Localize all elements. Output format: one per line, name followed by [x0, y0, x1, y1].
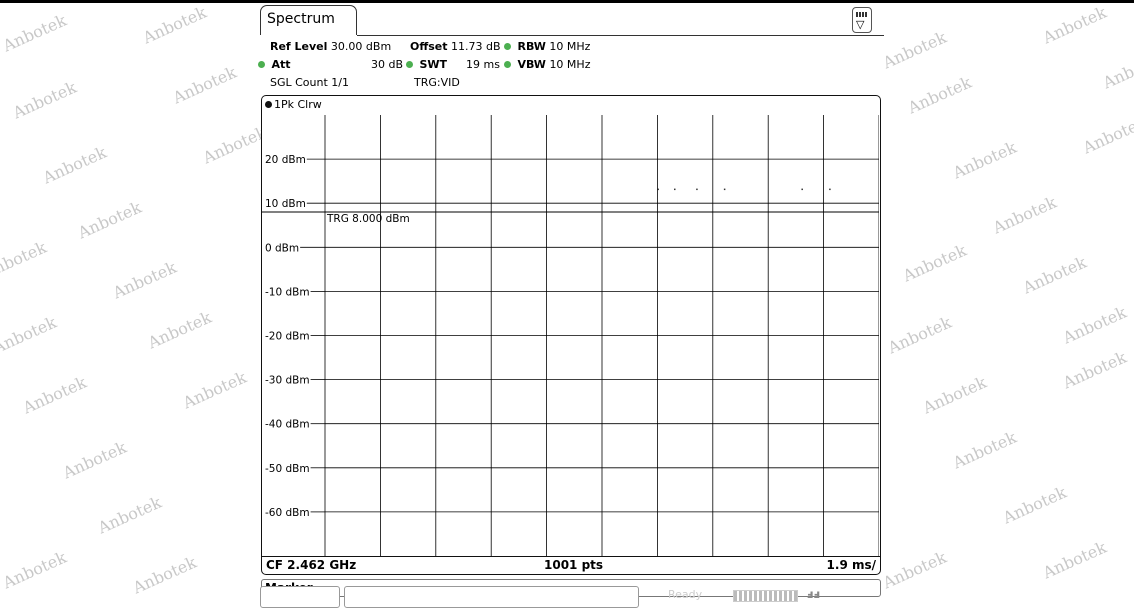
watermark-text: Anbotek [170, 62, 240, 108]
watermark-text: Anbotek [180, 367, 250, 413]
y-tick-label: -20 dBm [265, 331, 310, 343]
tab-header-line [357, 35, 884, 36]
watermark-text: Anbotek [880, 27, 950, 73]
center-frequency: CF 2.462 GHz [266, 558, 357, 572]
trace-label-bar: 1Pk Clrw [261, 95, 881, 115]
trigger-level-label: TRG 8.000 dBm [326, 213, 410, 225]
watermark-text: Anbotek [990, 192, 1060, 238]
watermark-text: Anbotek [110, 257, 180, 303]
vbw-value: 10 MHz [549, 58, 591, 71]
watermark-text: Anbotek [75, 197, 145, 243]
trace-label: 1Pk Clrw [274, 98, 322, 111]
watermark-text: Anbotek [1040, 537, 1110, 583]
offset-value: 11.73 dB [451, 40, 501, 53]
offset-label: Offset [410, 40, 448, 53]
watermark-text: Anbotek [1100, 47, 1134, 93]
ready-status: Ready [668, 588, 703, 601]
rbw-label: RBW [517, 40, 546, 53]
rbw-status-dot [504, 43, 511, 50]
watermark-text: Anbotek [950, 137, 1020, 183]
watermark-text: Anbotek [1080, 112, 1134, 158]
watermark-text: Anbotek [140, 2, 210, 48]
rbw-value: 10 MHz [549, 40, 591, 53]
att-info: Att [258, 58, 291, 72]
watermark-text: Anbotek [1020, 252, 1090, 298]
network-icon: ⅎⅎ [807, 587, 821, 601]
watermark-text: Anbotek [60, 437, 130, 483]
y-tick-label: -50 dBm [265, 463, 310, 475]
watermark-text: Anbotek [0, 547, 70, 593]
y-tick-label: -60 dBm [265, 507, 310, 519]
y-tick-label: -40 dBm [265, 419, 310, 431]
window-menu-button[interactable]: ▽ [852, 7, 872, 33]
watermark-text: Anbotek [0, 237, 50, 283]
att-label: Att [271, 58, 291, 71]
swt-status-dot [406, 61, 413, 68]
watermark-text: Anbotek [20, 372, 90, 418]
ref-level-value: 30.00 dBm [330, 40, 392, 53]
watermark-text: Anbotek [10, 77, 80, 123]
trace-point [829, 188, 831, 191]
offset-info: Offset 11.73 dB [410, 40, 501, 54]
tab-spectrum[interactable]: Spectrum [260, 5, 357, 35]
vbw-status-dot [504, 61, 511, 68]
vbw-info: VBW 10 MHz [504, 58, 590, 72]
watermark-text: Anbotek [885, 312, 955, 358]
spectrum-chart: 20 dBm 10 dBm 0 dBm -10 dBm -20 dBm -30 dBm -4… [262, 115, 879, 556]
progress-meter [733, 590, 798, 602]
watermark-text: Anbotek [130, 552, 200, 598]
trace-dot-icon [265, 101, 272, 108]
ref-level-info: Ref Level 30.00 dBm [270, 40, 391, 54]
y-tick-label: -10 dBm [265, 286, 310, 298]
vbw-label: VBW [517, 58, 546, 71]
spectrum-plot[interactable]: 20 dBm 10 dBm 0 dBm -10 dBm -20 dBm -30 dBm -4… [261, 115, 881, 556]
y-tick-label: -30 dBm [265, 375, 310, 387]
ref-level-label: Ref Level [270, 40, 328, 53]
rbw-info: RBW 10 MHz [504, 40, 590, 54]
spectrum-window: Spectrum ▽ Ref Level 30.00 dBm Offset 11… [258, 5, 884, 608]
trigger-source: TRG:VID [414, 76, 460, 89]
trace-point [801, 188, 803, 191]
status-field-left [260, 586, 340, 608]
status-message-field [344, 586, 639, 608]
watermark-text: Anbotek [145, 307, 215, 353]
plot-footer: CF 2.462 GHz 1001 pts 1.9 ms/ [261, 556, 881, 575]
trace-point [723, 188, 726, 191]
watermark-text: Anbotek [0, 312, 60, 358]
watermark-text: Anbotek [1060, 302, 1130, 348]
swt-value: 19 ms [466, 58, 500, 71]
dropdown-triangle-icon: ▽ [856, 18, 865, 31]
sgl-count: SGL Count 1/1 [270, 76, 349, 89]
status-bar: Ready ⅎⅎ [258, 582, 884, 608]
att-value: 30 dB [370, 58, 403, 71]
watermark-text: Anbotek [0, 10, 70, 56]
watermark-text: Anbotek [920, 372, 990, 418]
watermark-text: Anbotek [1000, 482, 1070, 528]
watermark-text: Anbotek [905, 72, 975, 118]
y-tick-label: 10 dBm [265, 198, 306, 210]
watermark-text: Anbotek [900, 240, 970, 286]
y-tick-label: 0 dBm [265, 242, 299, 254]
att-status-dot [258, 61, 265, 68]
trace-point [696, 188, 698, 191]
trace-point [657, 188, 659, 191]
top-border [0, 0, 1134, 3]
watermark-text: Anbotek [1060, 347, 1130, 393]
watermark-text: Anbotek [950, 427, 1020, 473]
watermark-text: Anbotek [880, 547, 950, 593]
y-tick-label: 20 dBm [265, 154, 306, 166]
watermark-text: Anbotek [40, 142, 110, 188]
sweep-points: 1001 pts [544, 558, 604, 572]
window-layout-icon [856, 12, 868, 17]
watermark-text: Anbotek [1040, 2, 1110, 48]
time-per-division: 1.9 ms/ [826, 558, 876, 572]
watermark-text: Anbotek [95, 492, 165, 538]
trace-point [674, 188, 676, 191]
